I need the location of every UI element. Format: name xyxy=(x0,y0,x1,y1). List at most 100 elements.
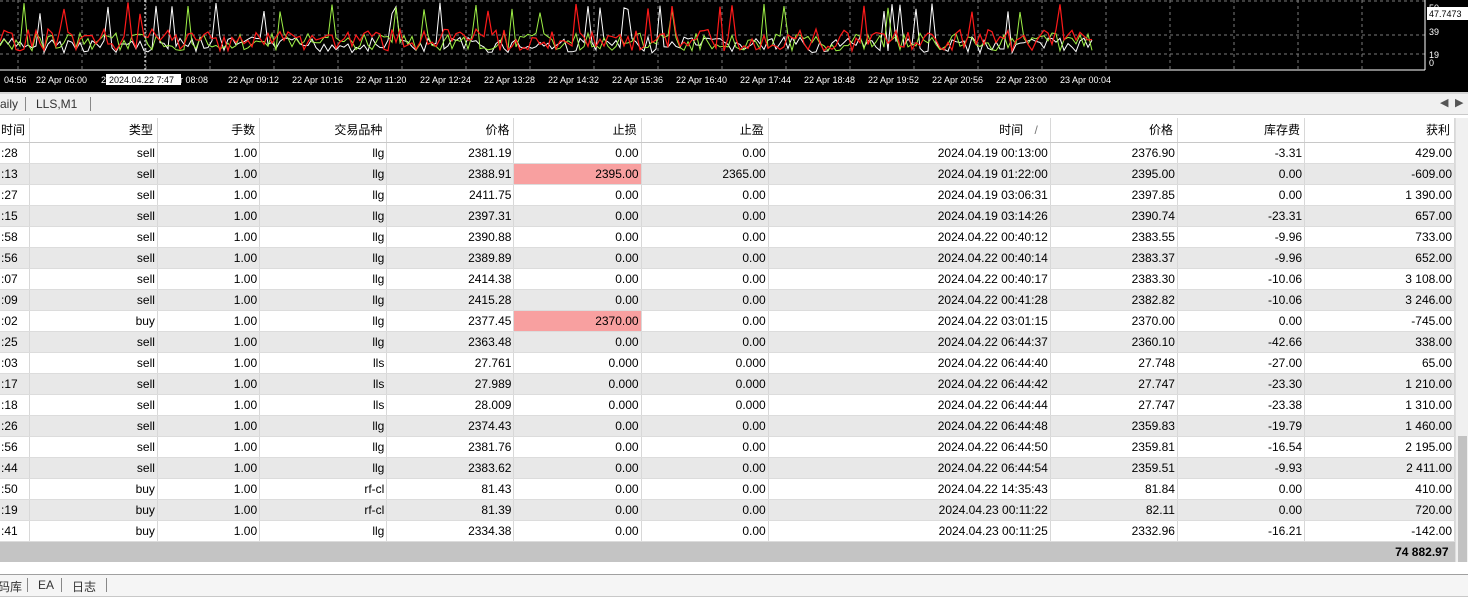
lots-cell: 1.00 xyxy=(157,142,261,164)
col-header-swap[interactable]: 库存费 xyxy=(1177,118,1306,143)
stop-loss-cell: 0.000 xyxy=(513,352,642,374)
open-time-cell: :27 xyxy=(0,184,31,206)
close-price-cell: 27.748 xyxy=(1050,352,1178,374)
col-header-take-profit[interactable]: 止盈 xyxy=(641,118,769,143)
axis-label: 0 xyxy=(1429,58,1434,68)
type-cell: sell xyxy=(29,289,158,311)
col-header-close-price[interactable]: 价格 xyxy=(1050,118,1178,143)
scroll-left-icon[interactable]: ◀ xyxy=(1440,96,1448,109)
scrollbar-thumb[interactable] xyxy=(1458,436,1467,562)
profit-cell: 65.00 xyxy=(1304,352,1455,374)
tab-journal[interactable]: 日志 xyxy=(72,578,96,595)
stop-loss-cell: 0.00 xyxy=(513,184,642,206)
open-time-cell: :56 xyxy=(0,436,31,458)
table-row[interactable]: :27 sell 1.00 llg 2411.75 0.00 0.00 2024.04.19 … xyxy=(0,184,1455,206)
table-row[interactable]: :56 sell 1.00 llg 2381.76 0.00 0.00 2024.04.22 … xyxy=(0,436,1455,458)
table-row[interactable]: :25 sell 1.00 llg 2363.48 0.00 0.00 2024.04.22 … xyxy=(0,331,1455,353)
price-chart[interactable]: 503919047.747304:5622 Apr 06:002Apr 08:0… xyxy=(0,0,1468,92)
symbol-cell: lls xyxy=(259,394,388,416)
table-row[interactable]: :28 sell 1.00 llg 2381.19 0.00 0.00 2024.04.19 … xyxy=(0,142,1455,164)
open-price-cell: 81.39 xyxy=(386,499,515,521)
profit-cell: 657.00 xyxy=(1304,205,1455,227)
type-cell: sell xyxy=(29,142,158,164)
tab-code-base[interactable]: 码库 xyxy=(0,578,22,595)
open-price-cell: 2390.88 xyxy=(386,226,515,248)
table-row[interactable]: :58 sell 1.00 llg 2390.88 0.00 0.00 2024.04.22 … xyxy=(0,226,1455,248)
lots-cell: 1.00 xyxy=(157,352,261,374)
time-label: 2 xyxy=(101,75,106,85)
time-label: 22 Apr 19:52 xyxy=(868,75,919,85)
close-time-cell: 2024.04.22 06:44:48 xyxy=(768,415,1051,437)
profit-cell: 652.00 xyxy=(1304,247,1455,269)
table-row[interactable]: :44 sell 1.00 llg 2383.62 0.00 0.00 2024.04.22 … xyxy=(0,457,1455,479)
table-row[interactable]: :07 sell 1.00 llg 2414.38 0.00 0.00 2024.04.22 … xyxy=(0,268,1455,290)
take-profit-cell: 0.00 xyxy=(641,478,769,500)
type-cell: sell xyxy=(29,394,158,416)
swap-cell: -10.06 xyxy=(1177,289,1306,311)
table-row[interactable]: :15 sell 1.00 llg 2397.31 0.00 0.00 2024.04.19 … xyxy=(0,205,1455,227)
scroll-right-icon[interactable]: ▶ xyxy=(1455,96,1463,109)
profit-cell: 3 108.00 xyxy=(1304,268,1455,290)
open-time-cell: :56 xyxy=(0,247,31,269)
open-price-cell: 2383.62 xyxy=(386,457,515,479)
table-row[interactable]: :50 buy 1.00 rf-cl 81.43 0.00 0.00 2024.04.22 1… xyxy=(0,478,1455,500)
open-time-cell: :19 xyxy=(0,499,31,521)
open-price-cell: 81.43 xyxy=(386,478,515,500)
close-time-cell: 2024.04.22 14:35:43 xyxy=(768,478,1051,500)
table-row[interactable]: :17 sell 1.00 lls 27.989 0.000 0.000 2024.04.22… xyxy=(0,373,1455,395)
col-header-open-time[interactable]: 时间 xyxy=(0,118,31,143)
time-label: 22 Apr 16:40 xyxy=(676,75,727,85)
chart-tab-daily[interactable]: aily xyxy=(0,97,18,111)
table-row[interactable]: :41 buy 1.00 llg 2334.38 0.00 0.00 2024.04.23 0… xyxy=(0,520,1455,542)
time-label: 22 Apr 18:48 xyxy=(804,75,855,85)
close-time-cell: 2024.04.22 06:44:37 xyxy=(768,331,1051,353)
lots-cell: 1.00 xyxy=(157,289,261,311)
chart-tab-lls-m1[interactable]: LLS,M1 xyxy=(36,97,77,111)
table-row[interactable]: :02 buy 1.00 llg 2377.45 2370.00 0.00 2024.04.2… xyxy=(0,310,1455,332)
type-cell: buy xyxy=(29,478,158,500)
lots-cell: 1.00 xyxy=(157,457,261,479)
table-row[interactable]: :56 sell 1.00 llg 2389.89 0.00 0.00 2024.04.22 … xyxy=(0,247,1455,269)
col-header-symbol[interactable]: 交易品种 xyxy=(259,118,388,143)
table-row[interactable]: :26 sell 1.00 llg 2374.43 0.00 0.00 2024.04.22 … xyxy=(0,415,1455,437)
lots-cell: 1.00 xyxy=(157,436,261,458)
tab-separator xyxy=(61,578,62,592)
open-price-cell: 2411.75 xyxy=(386,184,515,206)
time-label: 22 Apr 12:24 xyxy=(420,75,471,85)
type-cell: sell xyxy=(29,352,158,374)
close-time-cell: 2024.04.22 06:44:54 xyxy=(768,457,1051,479)
vertical-scrollbar[interactable]: ▼ xyxy=(1455,118,1468,574)
open-time-cell: :07 xyxy=(0,268,31,290)
open-price-cell: 2397.31 xyxy=(386,205,515,227)
col-header-type[interactable]: 类型 xyxy=(29,118,158,143)
time-label: 22 Apr 15:36 xyxy=(612,75,663,85)
close-price-cell: 2383.55 xyxy=(1050,226,1178,248)
swap-cell: -3.31 xyxy=(1177,142,1306,164)
stop-loss-cell: 0.00 xyxy=(513,415,642,437)
col-header-close-time[interactable]: 时间 / xyxy=(768,118,1051,143)
table-header: 时间 类型 手数 交易品种 价格 止损 止盈 时间 / 价格 库存费 获利 xyxy=(0,118,1455,143)
profit-cell: -609.00 xyxy=(1304,163,1455,185)
col-header-lots[interactable]: 手数 xyxy=(157,118,261,143)
close-time-cell: 2024.04.19 03:14:26 xyxy=(768,205,1051,227)
open-price-cell: 2389.89 xyxy=(386,247,515,269)
col-header-stop-loss[interactable]: 止损 xyxy=(513,118,642,143)
type-cell: sell xyxy=(29,205,158,227)
table-row[interactable]: :13 sell 1.00 llg 2388.91 2395.00 2365.00 2024.… xyxy=(0,163,1455,185)
open-time-cell: :41 xyxy=(0,520,31,542)
profit-cell: 2 411.00 xyxy=(1304,457,1455,479)
close-price-cell: 82.11 xyxy=(1050,499,1178,521)
close-time-cell: 2024.04.19 01:22:00 xyxy=(768,163,1051,185)
time-label: 22 Apr 09:12 xyxy=(228,75,279,85)
col-header-open-price[interactable]: 价格 xyxy=(386,118,515,143)
stop-loss-cell: 0.00 xyxy=(513,226,642,248)
table-row[interactable]: :18 sell 1.00 lls 28.009 0.000 0.000 2024.04.22… xyxy=(0,394,1455,416)
time-label: 22 Apr 14:32 xyxy=(548,75,599,85)
col-header-profit[interactable]: 获利 xyxy=(1304,118,1455,143)
sort-indicator-icon: / xyxy=(1034,123,1038,138)
table-row[interactable]: :19 buy 1.00 rf-cl 81.39 0.00 0.00 2024.04.23 0… xyxy=(0,499,1455,521)
lots-cell: 1.00 xyxy=(157,373,261,395)
table-row[interactable]: :03 sell 1.00 lls 27.761 0.000 0.000 2024.04.22… xyxy=(0,352,1455,374)
tab-ea[interactable]: EA xyxy=(38,578,54,592)
table-row[interactable]: :09 sell 1.00 llg 2415.28 0.00 0.00 2024.04.22 … xyxy=(0,289,1455,311)
